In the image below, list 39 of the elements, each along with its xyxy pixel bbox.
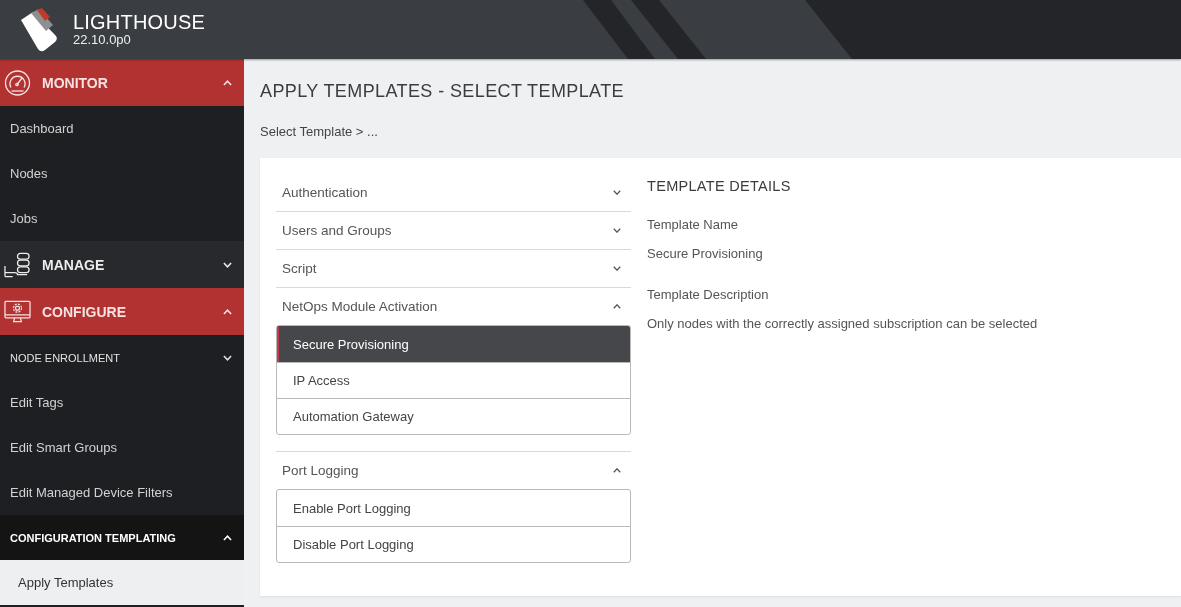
- server-stack-hand-icon: [4, 251, 31, 278]
- field-value: Secure Provisioning: [647, 245, 763, 263]
- breadcrumb: Select Template > ...: [260, 123, 378, 141]
- sidebar-group-header[interactable]: NODE ENROLLMENT: [0, 335, 244, 380]
- monitor-gear-icon: [4, 298, 31, 325]
- chevron-up-icon: [223, 79, 232, 86]
- field-value: Only nodes with the correctly assigned subscription can be selected: [647, 315, 1038, 333]
- chevron-down-icon: [223, 261, 232, 268]
- template-option[interactable]: IP Access: [277, 362, 630, 398]
- accordion-header[interactable]: Authentication: [276, 174, 631, 211]
- sidebar-group-header[interactable]: CONFIGURATION TEMPLATING: [0, 515, 244, 560]
- field-label: Template Description: [647, 286, 769, 304]
- details-heading: TEMPLATE DETAILS: [647, 177, 792, 196]
- accordion-header[interactable]: Port Logging: [276, 452, 631, 489]
- accordion-header[interactable]: Script: [276, 250, 631, 287]
- page-title: APPLY TEMPLATES - SELECT TEMPLATE: [260, 80, 624, 103]
- sidebar-item[interactable]: Edit Managed Device Filters: [0, 470, 244, 515]
- template-option[interactable]: Secure Provisioning: [277, 326, 630, 362]
- sidebar-item[interactable]: Dashboard: [0, 106, 244, 151]
- chevron-up-icon: [223, 534, 232, 541]
- gauge-icon: [4, 69, 31, 96]
- field-label: Template Name: [647, 216, 739, 234]
- app-title: LIGHTHOUSE: [73, 12, 206, 33]
- template-option[interactable]: Disable Port Logging: [277, 526, 630, 562]
- sidebar-item[interactable]: Nodes: [0, 151, 244, 196]
- chevron-down-icon: [223, 354, 232, 361]
- template-option[interactable]: Automation Gateway: [277, 398, 630, 434]
- sidebar-item[interactable]: Edit Smart Groups: [0, 425, 244, 470]
- template-option[interactable]: Enable Port Logging: [277, 490, 630, 526]
- sidebar-section-header[interactable]: MANAGE: [0, 241, 244, 288]
- sidebar-item[interactable]: Jobs: [0, 196, 244, 241]
- accordion-header[interactable]: Users and Groups: [276, 212, 631, 249]
- sidebar-item[interactable]: Edit Tags: [0, 380, 244, 425]
- sidebar-section-header[interactable]: CONFIGURE: [0, 288, 244, 335]
- app-version: 22.10.0p0: [73, 33, 132, 47]
- chevron-up-icon: [223, 308, 232, 315]
- sidebar-section-header[interactable]: MONITOR: [0, 59, 244, 106]
- sidebar-item[interactable]: Apply Templates: [0, 560, 244, 605]
- accordion-header[interactable]: NetOps Module Activation: [276, 288, 631, 325]
